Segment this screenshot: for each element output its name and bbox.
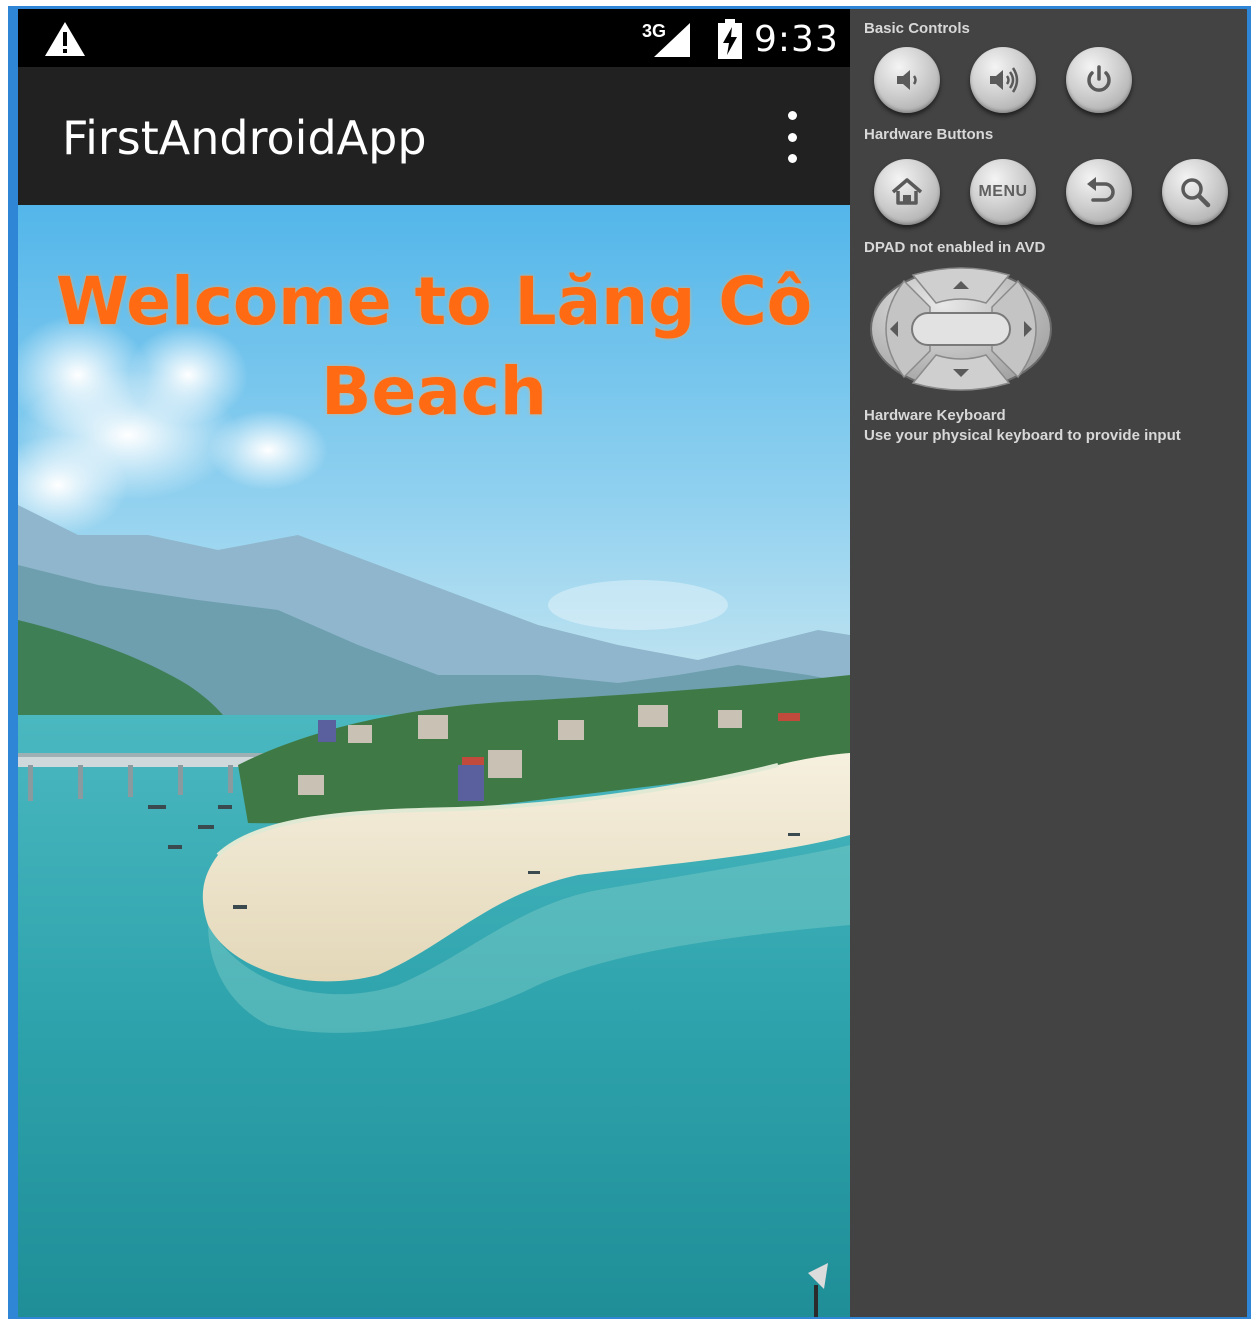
volume-down-icon — [897, 70, 917, 90]
hardware-keyboard-description: Use your physical keyboard to provide in… — [864, 427, 1181, 444]
phone-screen: 3G 9:33 FirstAndroidApp Welcome to Lăng … — [18, 9, 850, 1317]
back-button[interactable] — [1066, 159, 1132, 225]
clock: 9:33 — [754, 19, 839, 60]
status-bar: 3G 9:33 — [18, 9, 850, 67]
welcome-line-1: Welcome to Lăng Cô — [55, 263, 813, 340]
menu-button-label: MENU — [978, 183, 1028, 200]
action-bar: FirstAndroidApp — [18, 67, 850, 205]
search-icon — [1181, 178, 1211, 208]
welcome-line-2: Beach — [321, 353, 547, 430]
volume-down-button[interactable] — [874, 47, 940, 113]
home-button[interactable] — [874, 159, 940, 225]
signal-icon: 3G — [642, 21, 690, 57]
power-icon — [1087, 65, 1111, 92]
dpad-label: DPAD not enabled in AVD — [864, 239, 1046, 256]
basic-controls-label: Basic Controls — [864, 20, 970, 37]
back-icon — [1087, 177, 1115, 202]
hardware-keyboard-label: Hardware Keyboard — [864, 407, 1006, 424]
dpad — [870, 267, 1052, 391]
dpad-center[interactable] — [911, 312, 1011, 346]
menu-button[interactable]: MENU — [970, 159, 1036, 225]
home-icon — [891, 178, 923, 205]
hardware-buttons-label: Hardware Buttons — [864, 126, 994, 143]
overflow-menu-icon[interactable] — [778, 111, 806, 163]
volume-up-icon — [990, 67, 1019, 93]
volume-up-button[interactable] — [970, 47, 1036, 113]
network-type-label: 3G — [642, 21, 666, 41]
welcome-heading: Welcome to Lăng Cô Beach — [18, 257, 850, 437]
battery-charging-icon — [718, 19, 742, 59]
warning-icon — [45, 22, 85, 56]
app-content: Welcome to Lăng Cô Beach — [18, 205, 850, 1317]
emulator-window: 3G 9:33 FirstAndroidApp Welcome to Lăng … — [8, 6, 1251, 1319]
app-title: FirstAndroidApp — [62, 111, 427, 165]
search-button[interactable] — [1162, 159, 1228, 225]
power-button[interactable] — [1066, 47, 1132, 113]
emulator-controls-panel: Basic Controls Hardware Buttons MENU DPA… — [850, 9, 1247, 1317]
